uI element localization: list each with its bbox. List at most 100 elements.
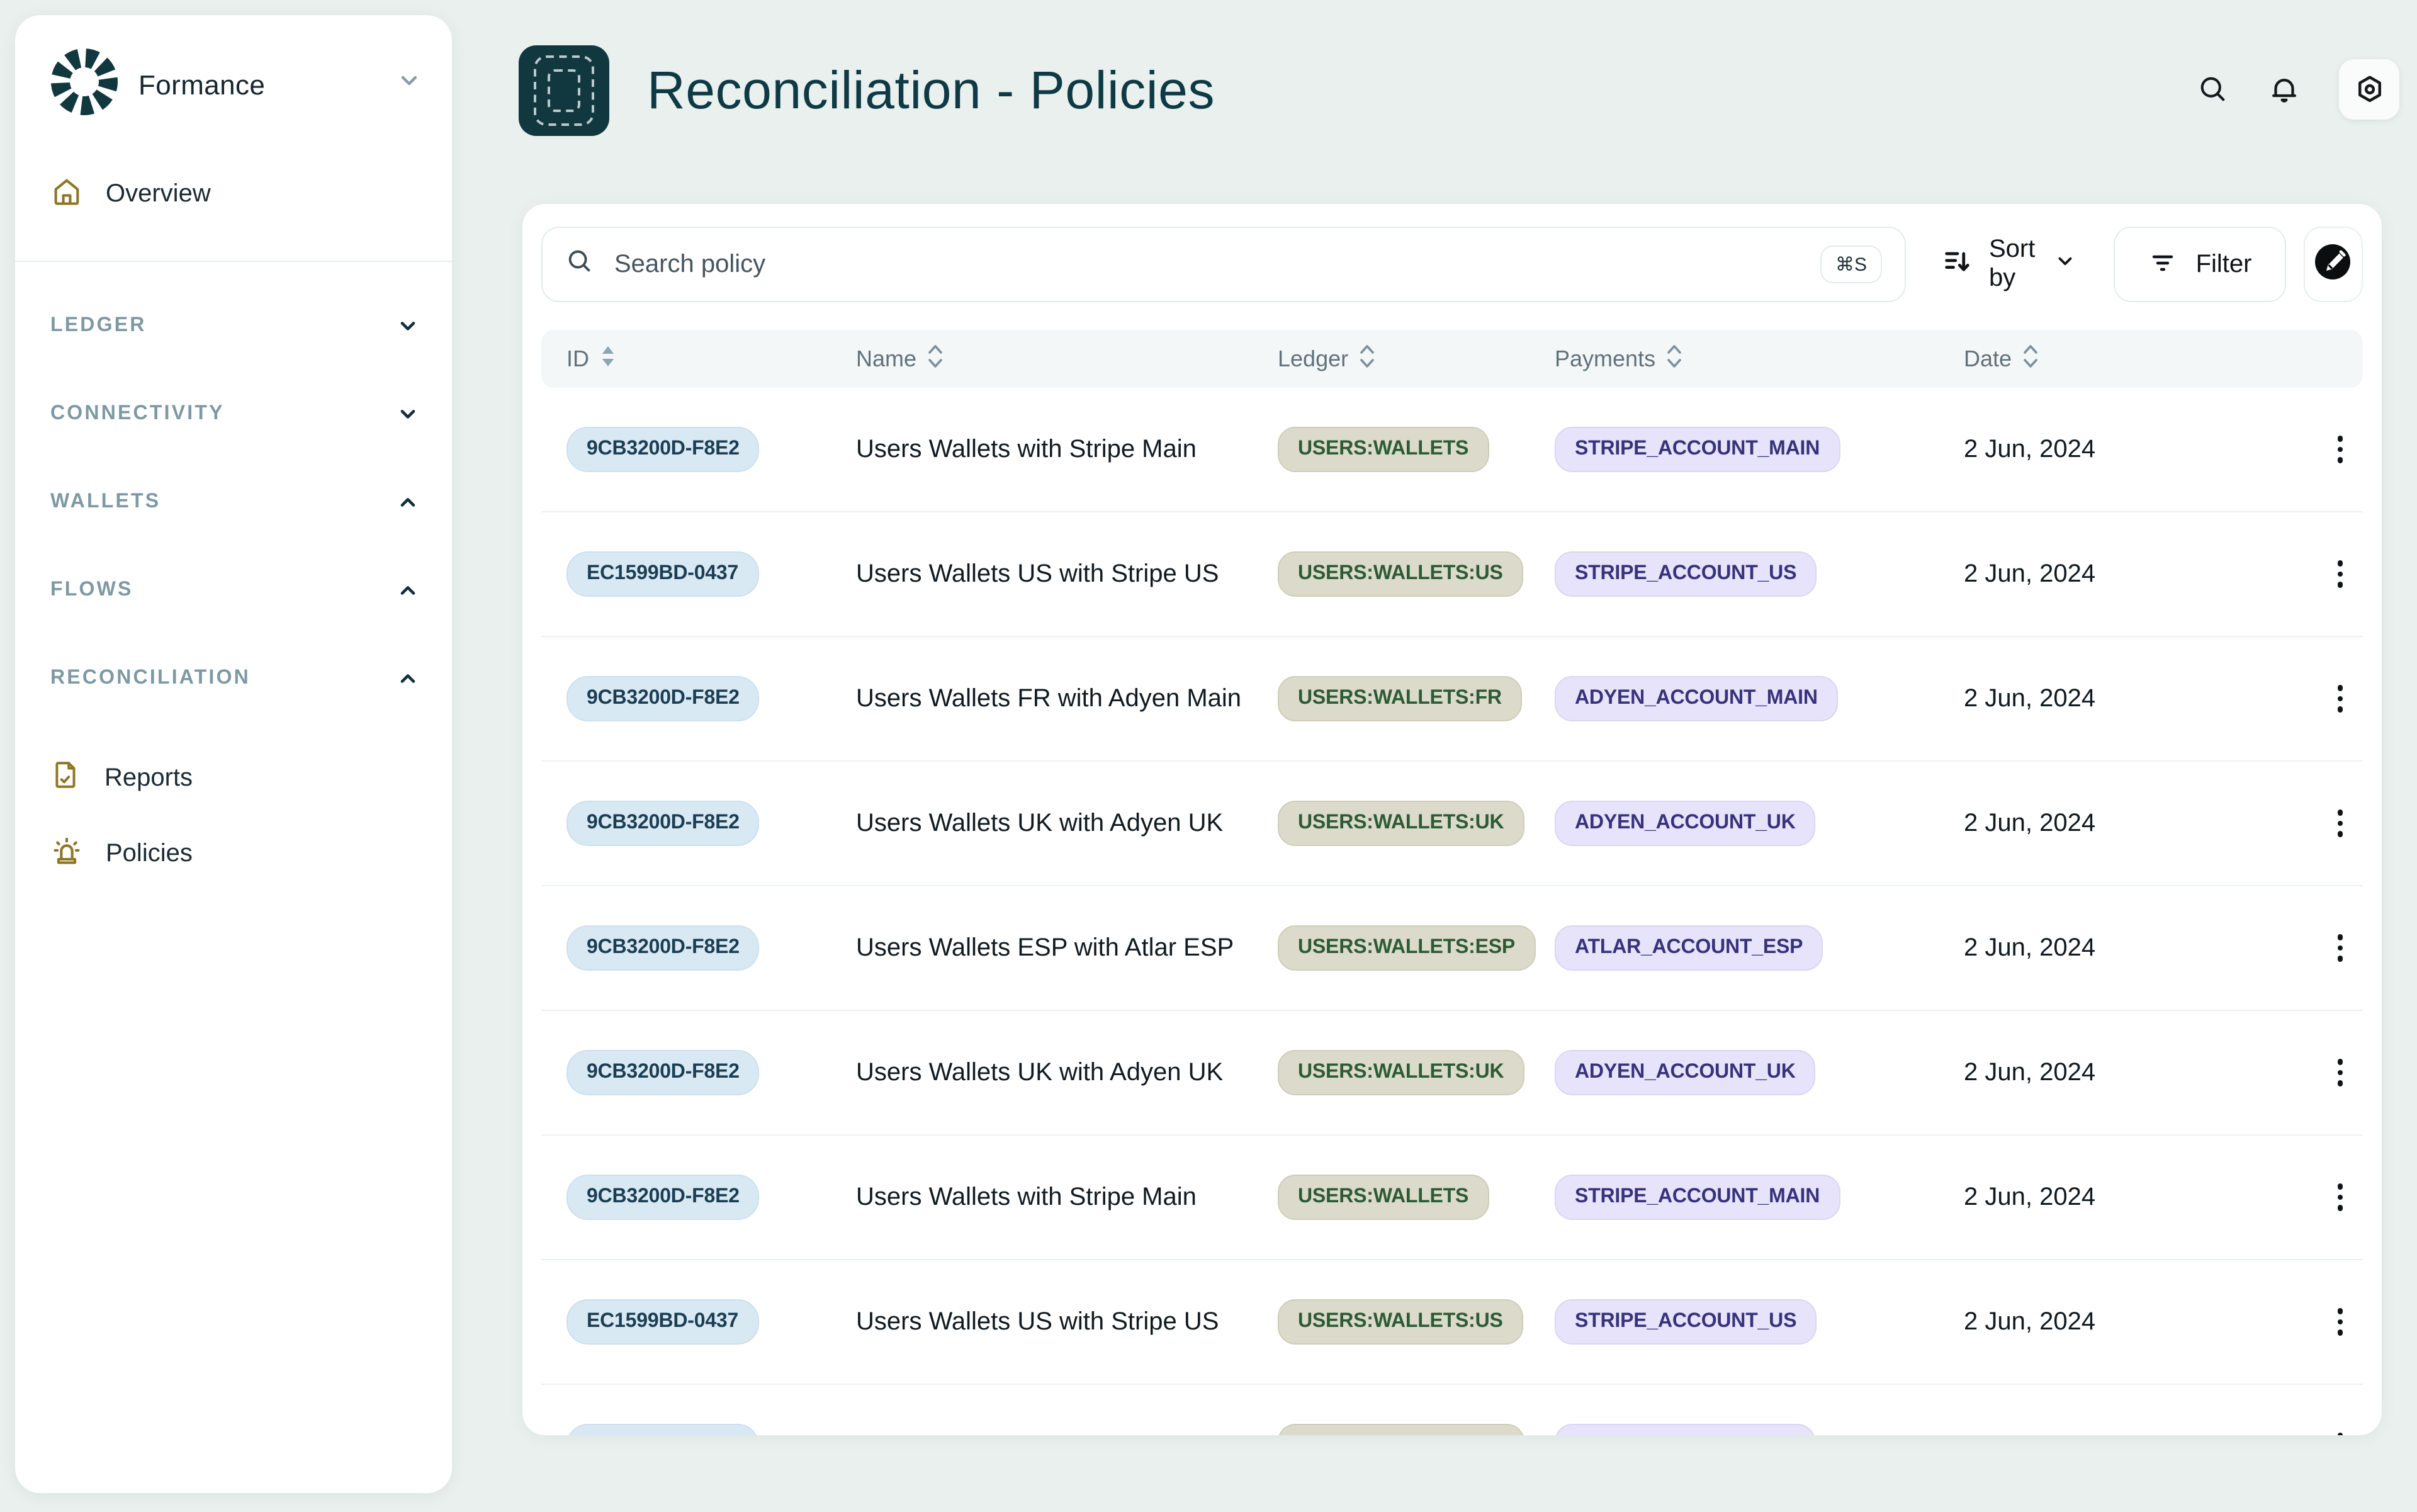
policy-date: 2 Jun, 2024: [1964, 1058, 2316, 1087]
row-menu-kebab-icon[interactable]: [2316, 1292, 2364, 1352]
bell-icon[interactable]: [2267, 72, 2301, 106]
sidebar-section-label: CONNECTIVITY: [50, 403, 225, 426]
row-menu-kebab-icon[interactable]: [2316, 544, 2364, 604]
policy-date: 2 Jun, 2024: [1964, 560, 2316, 589]
policy-name: Users Wallets with Stripe Main: [856, 1183, 1278, 1212]
table-header-row: ID Name Ledger: [541, 330, 2363, 388]
brand-name: Formance: [138, 69, 265, 101]
payments-badge: STRIPE_ACCOUNT_US: [1555, 1299, 1817, 1345]
sidebar-item-label: Reports: [104, 764, 193, 793]
policy-id-badge: 9CB3200D-F8E2: [566, 1050, 760, 1095]
policy-id-badge: 9CB3200D-F8E2: [566, 801, 760, 846]
row-menu-kebab-icon[interactable]: [2316, 1416, 2364, 1435]
sidebar-section-flows[interactable]: FLOWS: [15, 546, 452, 635]
filter-button[interactable]: Filter: [2114, 227, 2286, 302]
table-row[interactable]: 9CB3200D-F8E2 Users Wallets ESP with Atl…: [541, 885, 2363, 1010]
table-row[interactable]: 9CB3200D-F8E2 Users Wallets UK with Adye…: [541, 1010, 2363, 1134]
policy-name: Users Wallets UK with Adyen UK: [856, 1432, 1278, 1435]
policy-date: 2 Jun, 2024: [1964, 934, 2316, 962]
policy-id-badge: EC1599BD-0437: [566, 1299, 758, 1345]
table-row[interactable]: EC1599BD-0437 Users Wallets US with Stri…: [541, 1259, 2363, 1384]
sidebar-section-connectivity[interactable]: CONNECTIVITY: [15, 370, 452, 458]
sidebar-section-wallets[interactable]: WALLETS: [15, 458, 452, 546]
table-row[interactable]: 9CB3200D-F8E2 Users Wallets with Stripe …: [541, 388, 2363, 511]
sidebar-section-label: WALLETS: [50, 491, 161, 514]
payments-badge: ADYEN_ACCOUNT_UK: [1555, 801, 1816, 846]
table-row[interactable]: 9CB3200D-F8E2 Users Wallets FR with Adye…: [541, 636, 2363, 760]
column-header-ledger[interactable]: Ledger: [1278, 342, 1555, 376]
policy-id-badge: 9CB3200D-F8E2: [566, 1424, 760, 1435]
reconciliation-app-icon: [519, 45, 609, 136]
reconciliation-children: Reports Policies: [15, 723, 452, 891]
column-header-payments[interactable]: Payments: [1555, 342, 1964, 376]
policy-date: 2 Jun, 2024: [1964, 1183, 2316, 1212]
row-menu-kebab-icon[interactable]: [2316, 669, 2364, 729]
table-body: 9CB3200D-F8E2 Users Wallets with Stripe …: [541, 388, 2363, 1435]
filter-label: Filter: [2196, 250, 2252, 279]
table-row[interactable]: EC1599BD-0437 Users Wallets US with Stri…: [541, 511, 2363, 636]
row-menu-kebab-icon[interactable]: [2316, 1167, 2364, 1227]
policy-date: 2 Jun, 2024: [1964, 684, 2316, 713]
row-menu-kebab-icon[interactable]: [2316, 918, 2364, 978]
policy-id-badge: EC1599BD-0437: [566, 551, 758, 597]
chevron-toggle-icon[interactable]: [397, 403, 419, 426]
sidebar-sections: LEDGER CONNECTIVITY WALLETS: [15, 262, 452, 723]
sidebar-item-label: Policies: [106, 839, 193, 868]
policies-card: ⌘S Sort by Filter: [522, 204, 2382, 1435]
sidebar-item-overview[interactable]: Overview: [15, 162, 452, 225]
payments-badge: ATLAR_ACCOUNT_ESP: [1555, 925, 1823, 971]
search-input[interactable]: [612, 249, 1803, 280]
sort-chevrons-icon: [1358, 342, 1376, 376]
payments-badge: STRIPE_ACCOUNT_US: [1555, 551, 1817, 597]
ledger-badge: USERS:WALLETS: [1278, 1175, 1489, 1220]
sidebar-item-reports[interactable]: Reports: [15, 740, 452, 816]
policy-id-badge: 9CB3200D-F8E2: [566, 1175, 760, 1220]
row-menu-kebab-icon[interactable]: [2316, 793, 2364, 854]
sort-arrows-filled-icon: [599, 343, 617, 375]
payments-badge: ADYEN_ACCOUNT_MAIN: [1555, 676, 1838, 721]
policy-name: Users Wallets UK with Adyen UK: [856, 1058, 1278, 1087]
row-menu-kebab-icon[interactable]: [2316, 419, 2364, 480]
page-title: Reconciliation - Policies: [647, 60, 1215, 121]
filter-icon: [2148, 246, 2178, 283]
sidebar-item-label: Overview: [106, 179, 211, 208]
search-icon[interactable]: [2197, 73, 2229, 106]
payments-badge: ADYEN_ACCOUNT_UK: [1555, 1424, 1816, 1435]
sidebar-section-reconciliation[interactable]: RECONCILIATION: [15, 635, 452, 723]
sidebar-item-policies[interactable]: Policies: [15, 816, 452, 891]
column-header-date[interactable]: Date: [1964, 342, 2316, 376]
column-header-name[interactable]: Name: [856, 342, 1278, 376]
sort-icon: [1941, 245, 1974, 284]
table-row[interactable]: 9CB3200D-F8E2 Users Wallets UK with Adye…: [541, 760, 2363, 885]
settings-gear-icon[interactable]: [2339, 59, 2399, 120]
policy-name: Users Wallets US with Stripe US: [856, 560, 1278, 589]
policy-name: Users Wallets UK with Adyen UK: [856, 809, 1278, 838]
chevron-toggle-icon[interactable]: [397, 491, 419, 514]
create-policy-button[interactable]: [2303, 227, 2363, 302]
search-box[interactable]: ⌘S: [541, 227, 1906, 302]
row-menu-kebab-icon[interactable]: [2316, 1042, 2364, 1103]
table-row[interactable]: 9CB3200D-F8E2 Users Wallets with Stripe …: [541, 1134, 2363, 1259]
chevron-toggle-icon[interactable]: [397, 667, 419, 690]
chevron-toggle-icon[interactable]: [397, 315, 419, 337]
policy-id-badge: 9CB3200D-F8E2: [566, 676, 760, 721]
keyboard-shortcut-badge: ⌘S: [1820, 245, 1882, 283]
toolbar: ⌘S Sort by Filter: [522, 204, 2382, 302]
sidebar-section-ledger[interactable]: LEDGER: [15, 282, 452, 370]
sort-by-button[interactable]: Sort by: [1941, 235, 2076, 293]
search-icon: [565, 247, 594, 282]
sidebar-section-label: RECONCILIATION: [50, 667, 251, 690]
sidebar-section-label: LEDGER: [50, 315, 147, 337]
payments-badge: ADYEN_ACCOUNT_UK: [1555, 1050, 1816, 1095]
sidebar-section-label: FLOWS: [50, 579, 133, 602]
chevron-toggle-icon[interactable]: [397, 579, 419, 602]
chevron-down-icon[interactable]: [397, 68, 422, 99]
table-row[interactable]: 9CB3200D-F8E2 Users Wallets UK with Adye…: [541, 1384, 2363, 1435]
brand[interactable]: Formance: [15, 15, 452, 122]
column-header-id[interactable]: ID: [566, 343, 856, 375]
page: Formance Overview LEDGER: [0, 0, 2417, 1512]
policy-name: Users Wallets US with Stripe US: [856, 1307, 1278, 1336]
document-check-icon: [50, 759, 82, 797]
ledger-badge: USERS:WALLETS: [1278, 427, 1489, 472]
policies-table: ID Name Ledger: [541, 330, 2363, 1435]
